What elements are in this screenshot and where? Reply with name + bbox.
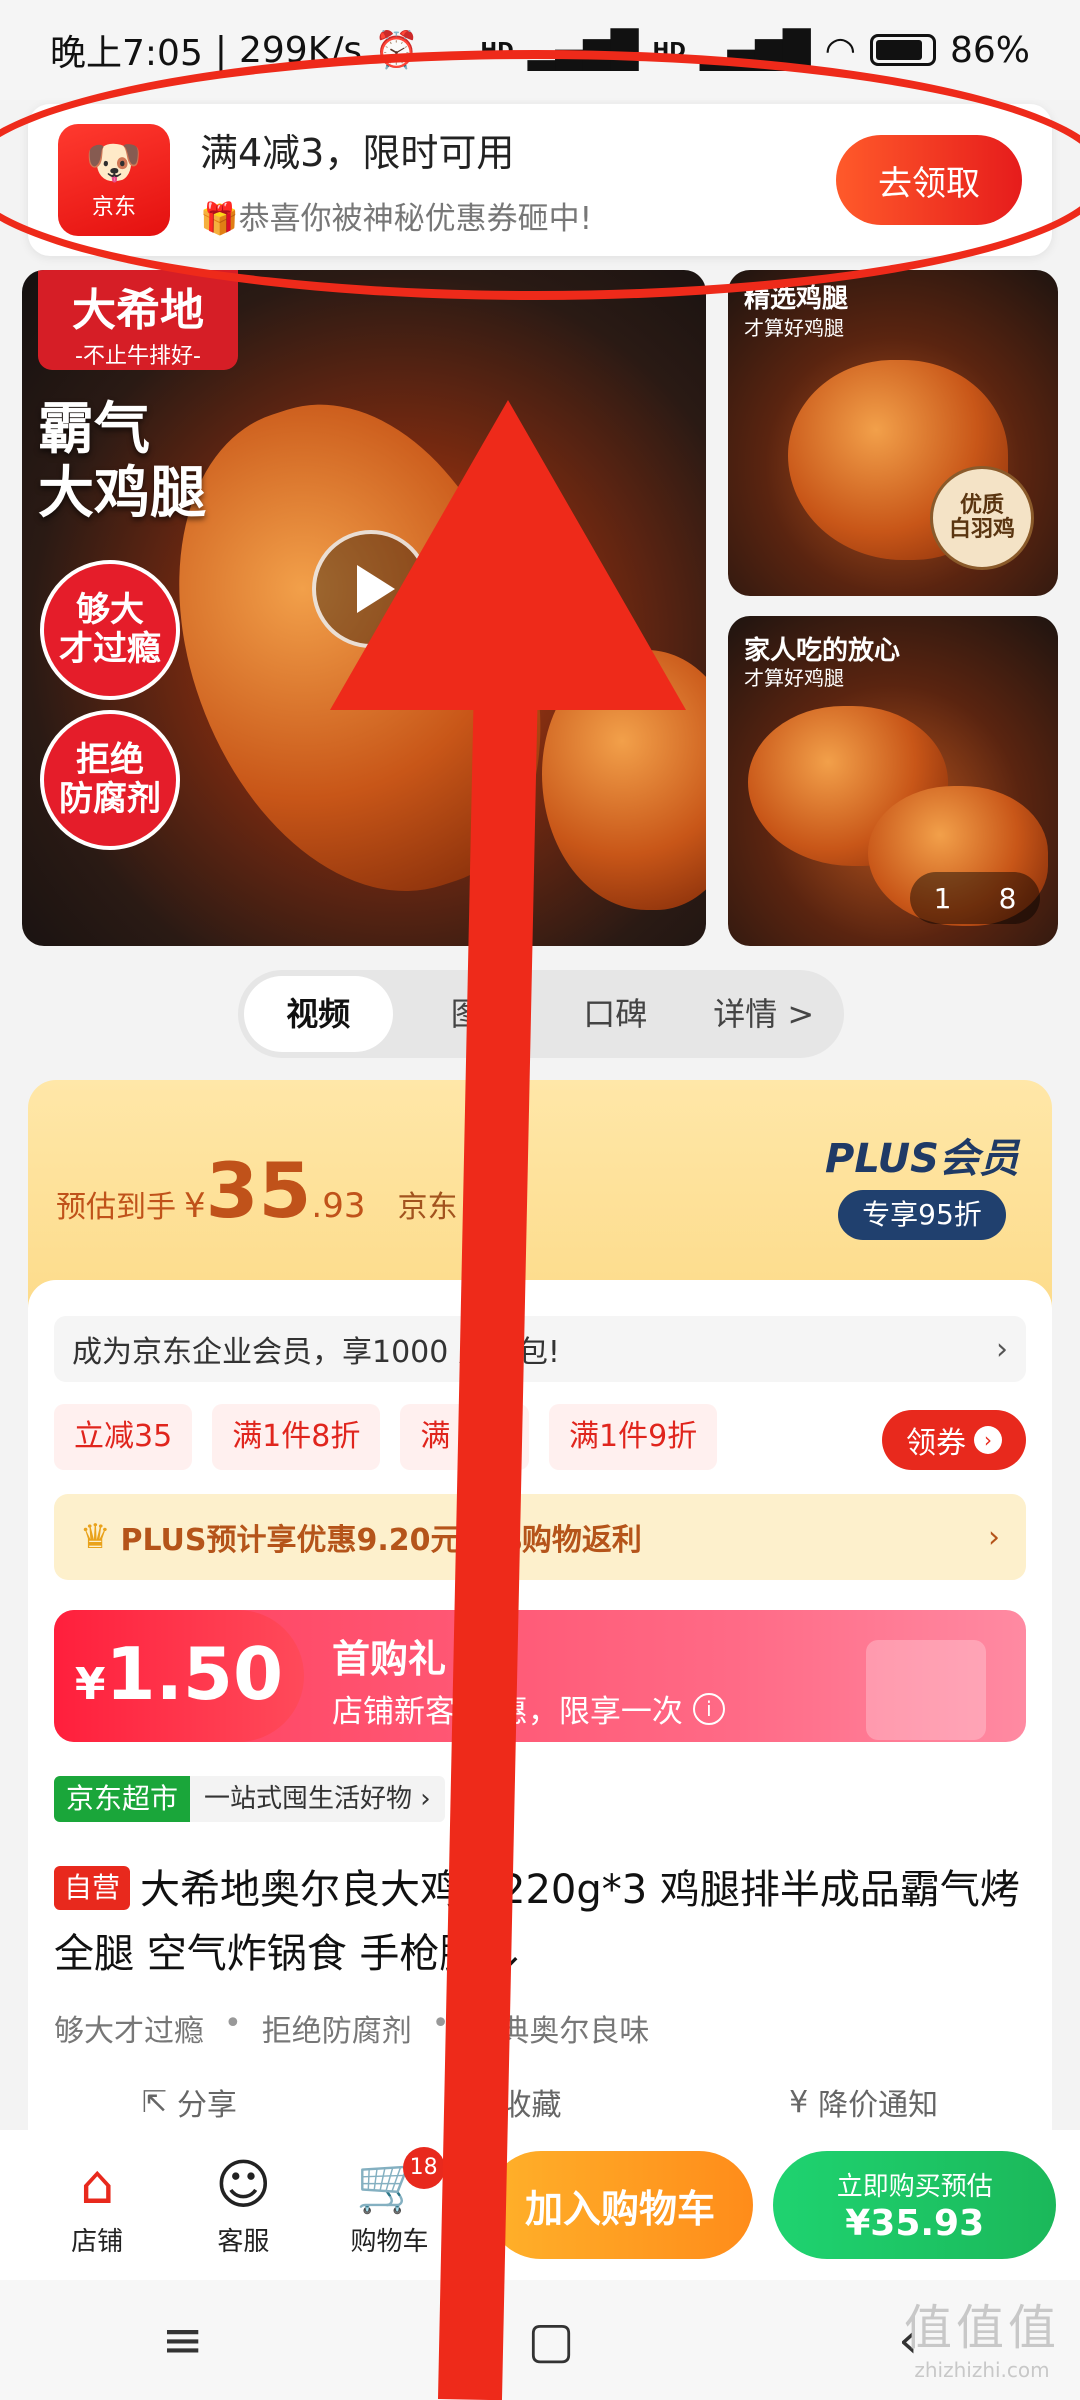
plus-member-box[interactable]: PLUS会员 专享95折: [812, 1126, 1032, 1240]
self-operated-badge: 自营: [54, 1866, 131, 1910]
jd-supermarket-badge: 京东超市: [54, 1776, 191, 1822]
first-buy-title: 首购礼: [332, 1637, 447, 1681]
chat-face-icon: ☺: [215, 2152, 272, 2216]
promo-tags: 立减35 满1件8折 满 0折 满1件9折: [54, 1404, 718, 1470]
jd-dog-icon: 🐶: [85, 135, 143, 189]
jd-notification-banner[interactable]: 🐶 京东 满4减3，限时可用 🎁恭喜你被神秘优惠券砸中! 去领取: [28, 104, 1052, 256]
tab-details[interactable]: 详情 >: [690, 976, 839, 1052]
brand-tag: 大希地 -不止牛排好-: [38, 270, 238, 370]
feature-badge-big: 够大 才过瘾: [40, 560, 180, 700]
notification-subtitle: 🎁恭喜你被神秘优惠券砸中!: [200, 201, 593, 237]
share-button[interactable]: ⇱ 分享: [142, 2080, 237, 2124]
chevron-right-icon: ›: [988, 1519, 1000, 1555]
store-icon: ⌂: [79, 2152, 115, 2216]
crown-icon: ♛: [80, 1517, 111, 1557]
status-speed: 299K/s: [238, 29, 363, 71]
status-bar: 晚上7:05 | 299K/s ⏰ HD ▂▄▆█ HD ▂▄▆█ ◠ 86%: [0, 0, 1080, 100]
feature-list: 够大才过瘾 • 拒绝防腐剂 • 经典奥尔良味: [54, 2006, 650, 2049]
menu-icon[interactable]: ≡: [162, 2311, 204, 2369]
first-buy-subtitle: 店铺新客 优惠，限享一次 i: [332, 1686, 725, 1731]
feature-item: 拒绝防腐剂: [261, 2014, 412, 2049]
jd-app-logo: 🐶 京东: [58, 124, 170, 236]
store-button[interactable]: ⌂ 店铺: [24, 2153, 170, 2258]
price-alert-button[interactable]: ¥ 降价通知: [789, 2080, 938, 2124]
bottom-action-bar: ⌂ 店铺 ☺ 客服 🛒 购物车 18 加入购物车 立即购买预估 ¥35.93: [0, 2130, 1080, 2280]
quality-seal: 优质 白羽鸡: [930, 466, 1034, 570]
notification-title: 满4减3，限时可用: [200, 131, 515, 175]
signal-icon-1: ▂▄▆█: [527, 29, 639, 71]
estimated-price: 预估到手 ¥ 35 .93 京东 .90›: [56, 1146, 527, 1235]
signal-icon-2: ▂▄▆█: [699, 29, 811, 71]
promo-tag[interactable]: 立减35: [54, 1404, 193, 1470]
gift-box-icon: [866, 1640, 986, 1740]
gallery-thumbnail-1[interactable]: 精选鸡腿 才算好鸡腿 优质 白羽鸡: [728, 270, 1058, 596]
claim-coupon-button[interactable]: 去领取: [836, 135, 1022, 225]
alarm-icon: ⏰: [374, 30, 420, 71]
product-info-sheet: 成为京东企业会员，享1000 人礼包! › 立减35 满1件8折 满 0折 满1…: [28, 1280, 1052, 2150]
share-icon: ⇱: [141, 2084, 167, 2120]
enterprise-member-banner[interactable]: 成为京东企业会员，享1000 人礼包! ›: [54, 1316, 1026, 1382]
battery-icon: [869, 34, 936, 66]
promo-tag[interactable]: 满1件8折: [212, 1404, 381, 1470]
tab-video[interactable]: 视频: [244, 976, 393, 1052]
tab-reviews[interactable]: 口碑: [541, 976, 690, 1052]
first-purchase-gift[interactable]: ¥ 1.50 首购礼 店铺新客 优惠，限享一次 i: [54, 1610, 1026, 1742]
buy-now-button[interactable]: 立即购买预估 ¥35.93: [773, 2151, 1056, 2259]
product-actions: ⇱ 分享 ☆ 收藏 ¥ 降价通知: [28, 2080, 1052, 2124]
add-to-cart-button[interactable]: 加入购物车: [486, 2151, 754, 2259]
image-counter: 1 8: [910, 872, 1040, 924]
battery-percent: 86%: [949, 29, 1030, 71]
cart-count-badge: 18: [402, 2146, 445, 2189]
gallery-thumbnail-2[interactable]: 家人吃的放心 才算好鸡腿 1 8: [728, 616, 1058, 946]
plus-rebate-banner[interactable]: ♛ PLUS预计享优惠9.20元 2%购物返利 ›: [54, 1494, 1026, 1580]
chevron-right-icon: ›: [974, 1426, 1002, 1454]
store-line[interactable]: 京东超市 一站式囤生活好物 ›: [54, 1776, 445, 1822]
customer-service-button[interactable]: ☺ 客服: [170, 2153, 316, 2258]
wifi-icon: ◠: [824, 29, 856, 71]
first-buy-amount: ¥ 1.50: [54, 1610, 304, 1742]
feature-badge-no-preservative: 拒绝 防腐剂: [40, 710, 180, 850]
promo-tag[interactable]: 满1件9折: [549, 1404, 718, 1470]
info-icon[interactable]: i: [692, 1692, 725, 1725]
home-icon[interactable]: ▢: [527, 2311, 574, 2369]
image-headline: 霸气 大鸡腿: [38, 397, 206, 527]
product-title: 自营 大希地奥尔良大鸡腿220g*3 鸡腿排半成品霸气烤全腿 空气炸锅食 手枪腿 …: [54, 1866, 1020, 1977]
annotation-arrow-head: [330, 400, 686, 710]
status-time: 晚上7:05: [50, 33, 203, 74]
watermark: 值值值 zhizhizhi.com: [903, 2300, 1060, 2382]
feature-item: 够大才过瘾: [54, 2014, 204, 2049]
network-hd-label-1: HD: [480, 38, 514, 62]
network-hd-label-2: HD: [652, 38, 686, 62]
yen-icon: ¥: [789, 2084, 809, 2120]
content-tabs: 视频 图 口碑 详情 >: [238, 970, 844, 1058]
get-coupon-button[interactable]: 领券 ›: [882, 1410, 1026, 1470]
chevron-right-icon: ›: [996, 1331, 1008, 1367]
store-slogan: 一站式囤生活好物 ›: [190, 1776, 445, 1822]
